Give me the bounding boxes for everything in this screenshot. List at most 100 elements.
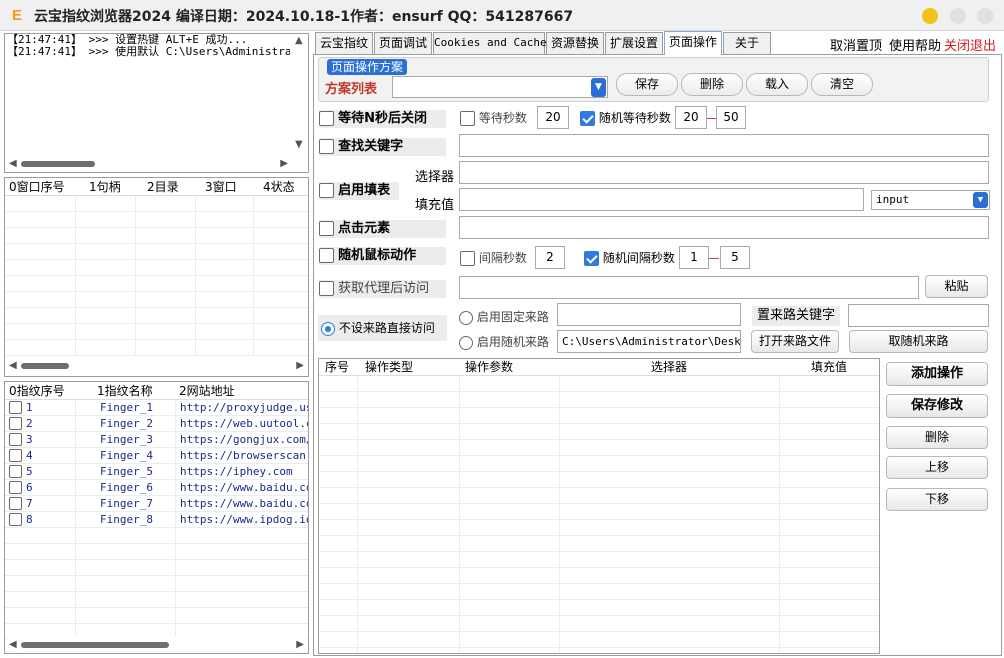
fixed-referer-option[interactable]: 启用固定来路 [459, 308, 549, 326]
col-header[interactable]: 填充值 [811, 359, 847, 376]
finger-table-hscrollbar[interactable]: ◀ ▶ [7, 638, 306, 652]
take-random-referer-button[interactable]: 取随机来路 [849, 330, 988, 353]
maximize-button[interactable] [950, 8, 966, 24]
open-referer-file-button[interactable]: 打开来路文件 [751, 330, 839, 353]
table-row[interactable]: 6 Finger_6 https://www.baidu.com/ [5, 480, 308, 496]
row-checkbox[interactable] [9, 449, 22, 462]
tab-yunbao-finger[interactable]: 云宝指纹 [315, 32, 373, 54]
move-up-button[interactable]: 上移 [886, 456, 988, 479]
random-wait-option[interactable]: 随机等待秒数 [580, 109, 671, 127]
referer-keyword-input[interactable] [848, 304, 989, 327]
tab-cookies-cache[interactable]: Cookies and Cache [433, 32, 547, 54]
col-header[interactable]: 选择器 [651, 359, 687, 376]
random-wait-checkbox[interactable] [580, 111, 595, 126]
tab-about[interactable]: 关于 [723, 32, 771, 54]
scroll-up-icon[interactable]: ▲ [295, 34, 303, 48]
scroll-thumb[interactable] [21, 642, 169, 648]
proxy-visit-checkbox[interactable] [319, 281, 334, 296]
table-row[interactable]: 1 Finger_1 http://proxyjudge.us [5, 400, 308, 416]
fill-form-option[interactable]: 启用填表 [319, 182, 399, 200]
table-row[interactable]: 4 Finger_4 https://browserscan.ne [5, 448, 308, 464]
random-referer-option[interactable]: 启用随机来路 [459, 333, 549, 351]
fixed-referer-input[interactable] [557, 303, 741, 326]
random-mouse-checkbox[interactable] [319, 248, 334, 263]
fill-value-input[interactable] [459, 188, 864, 211]
log-hscrollbar[interactable]: ◀ ▶ [7, 157, 290, 171]
row-checkbox[interactable] [9, 465, 22, 478]
table-row[interactable]: 5 Finger_5 https://iphey.com [5, 464, 308, 480]
click-element-checkbox[interactable] [319, 221, 334, 236]
find-keyword-checkbox[interactable] [319, 139, 334, 154]
help-link[interactable]: 使用帮助 [889, 35, 941, 54]
interval-seconds-option[interactable]: 间隔秒数 [460, 249, 527, 267]
col-header[interactable]: 0窗口序号 [9, 178, 65, 196]
add-operation-button[interactable]: 添加操作 [886, 362, 988, 386]
delete-scheme-button[interactable]: 删除 [681, 73, 743, 96]
table-row[interactable]: 2 Finger_2 https://web.uutool.cn [5, 416, 308, 432]
selector-input[interactable] [459, 161, 989, 184]
random-mouse-option[interactable]: 随机鼠标动作 [319, 247, 446, 265]
scroll-left-icon[interactable]: ◀ [9, 157, 17, 171]
minimize-button[interactable] [922, 8, 938, 24]
fill-type-select[interactable]: input ▼ [871, 190, 990, 210]
row-checkbox[interactable] [9, 481, 22, 494]
row-checkbox[interactable] [9, 513, 22, 526]
fixed-referer-radio[interactable] [459, 310, 473, 325]
window-table-hscrollbar[interactable]: ◀ ▶ [7, 359, 306, 373]
no-referer-radio[interactable] [321, 321, 335, 336]
move-down-button[interactable]: 下移 [886, 488, 988, 511]
scroll-left-icon[interactable]: ◀ [9, 638, 17, 652]
operations-table-body[interactable] [319, 376, 879, 653]
table-row[interactable]: 3 Finger_3 https://gongjux.com/f [5, 432, 308, 448]
row-checkbox[interactable] [9, 497, 22, 510]
scroll-right-icon[interactable]: ▶ [296, 359, 304, 373]
row-checkbox[interactable] [9, 417, 22, 430]
tab-page-operation[interactable]: 页面操作 [664, 31, 722, 55]
wait-close-checkbox[interactable] [319, 111, 334, 126]
paste-button[interactable]: 粘贴 [925, 275, 988, 298]
col-header[interactable]: 2网站地址 [179, 382, 235, 400]
scroll-down-icon[interactable]: ▼ [295, 138, 303, 152]
cancel-topmost-link[interactable]: 取消置顶 [830, 35, 882, 54]
wait-close-option[interactable]: 等待N秒后关闭 [319, 110, 446, 128]
col-header[interactable]: 1句柄 [89, 178, 121, 196]
scroll-right-icon[interactable]: ▶ [280, 157, 288, 171]
random-interval-checkbox[interactable] [584, 251, 599, 266]
save-scheme-button[interactable]: 保存 [616, 73, 678, 96]
click-element-input[interactable] [459, 216, 989, 239]
col-header[interactable]: 1指纹名称 [97, 382, 153, 400]
window-table-body[interactable] [5, 196, 308, 356]
scroll-thumb[interactable] [21, 161, 95, 167]
col-header[interactable]: 操作类型 [365, 359, 413, 376]
click-element-option[interactable]: 点击元素 [319, 220, 446, 238]
fill-form-checkbox[interactable] [319, 183, 334, 198]
load-scheme-button[interactable]: 载入 [746, 73, 808, 96]
log-vscrollbar[interactable]: ▲ ▼ [292, 34, 306, 158]
wait-seconds-input[interactable]: 20 [537, 106, 569, 129]
random-referer-radio[interactable] [459, 335, 473, 350]
tab-page-debug[interactable]: 页面调试 [374, 32, 432, 54]
clear-scheme-button[interactable]: 清空 [811, 73, 873, 96]
close-button[interactable] [977, 8, 993, 24]
row-checkbox[interactable] [9, 433, 22, 446]
random-wait-min-input[interactable]: 20 [675, 106, 707, 129]
random-interval-option[interactable]: 随机间隔秒数 [584, 249, 675, 267]
proxy-visit-input[interactable] [459, 276, 919, 299]
find-keyword-option[interactable]: 查找关键字 [319, 138, 446, 156]
random-interval-min-input[interactable]: 1 [679, 246, 709, 269]
interval-seconds-checkbox[interactable] [460, 251, 475, 266]
chevron-down-icon[interactable]: ▼ [591, 78, 606, 97]
tab-extension-settings[interactable]: 扩展设置 [605, 32, 663, 54]
table-row[interactable]: 8 Finger_8 https://www.ipdog.io/ [5, 512, 308, 528]
save-edit-button[interactable]: 保存修改 [886, 394, 988, 418]
wait-seconds-checkbox[interactable] [460, 111, 475, 126]
no-referer-option[interactable]: 不设来路直接访问 [318, 315, 447, 341]
scroll-right-icon[interactable]: ▶ [296, 638, 304, 652]
close-exit-link[interactable]: 关闭退出 [944, 35, 996, 54]
random-wait-max-input[interactable]: 50 [716, 106, 746, 129]
delete-operation-button[interactable]: 删除 [886, 426, 988, 449]
random-interval-max-input[interactable]: 5 [720, 246, 750, 269]
row-checkbox[interactable] [9, 401, 22, 414]
interval-seconds-input[interactable]: 2 [535, 246, 565, 269]
find-keyword-input[interactable] [459, 134, 989, 157]
